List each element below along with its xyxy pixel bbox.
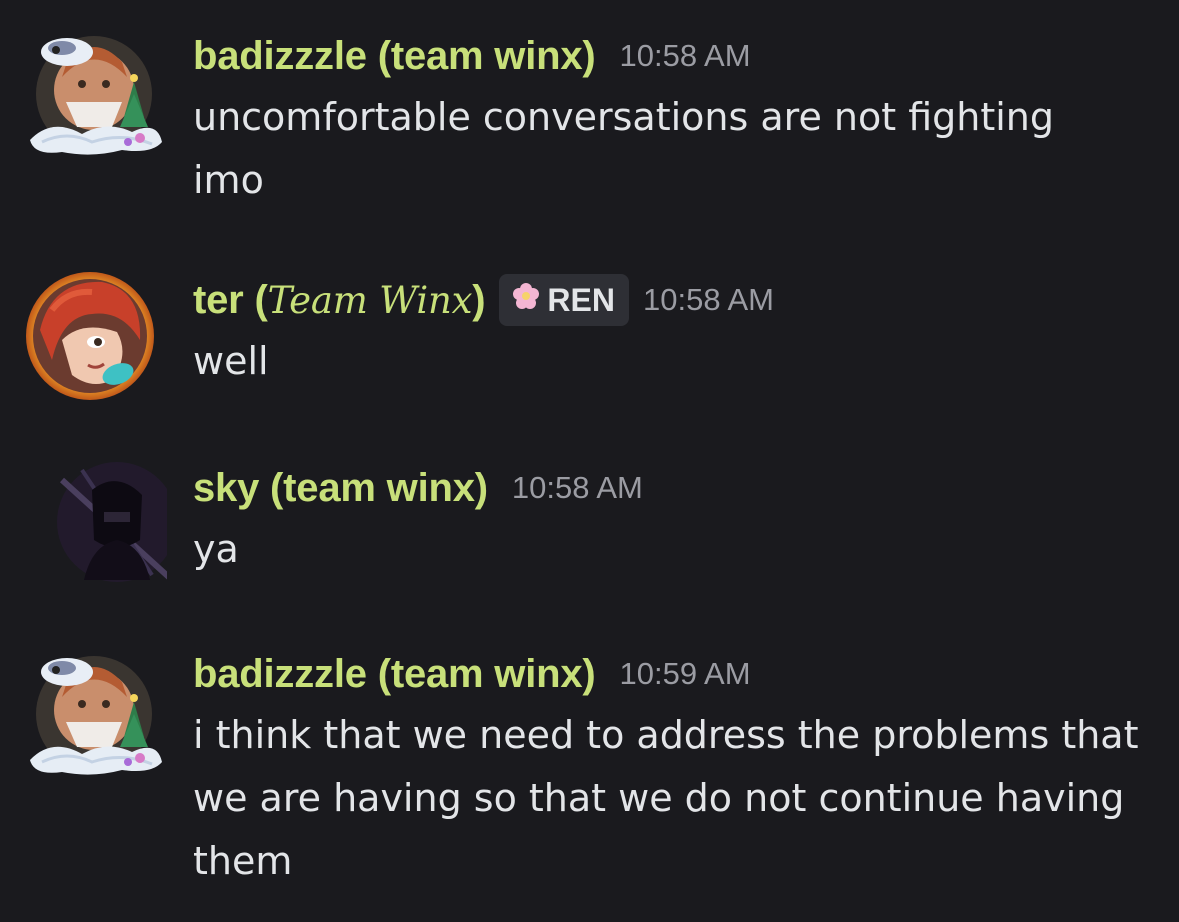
timestamp[interactable]: 10:58 AM [620, 38, 751, 74]
snow-globe-avatar-icon[interactable] [22, 22, 167, 162]
message-header: ter (Team Winx) REN 10:58 AM [193, 272, 1139, 328]
message-text: i think that we need to address the prob… [193, 713, 1139, 883]
timestamp[interactable]: 10:58 AM [643, 282, 774, 318]
message-text: uncomfortable conversations are not figh… [193, 95, 1055, 202]
username-fancy-text: Team Winx [267, 278, 473, 322]
snow-globe-avatar-icon[interactable] [22, 642, 167, 782]
pink-flower-icon [511, 281, 541, 319]
message-header: badizzzle (team winx) 10:59 AM [193, 646, 1139, 702]
red-hair-avatar-icon[interactable] [22, 270, 167, 410]
dark-figure-avatar-icon[interactable] [22, 460, 177, 600]
message-header: sky (team winx) 10:58 AM [193, 460, 1139, 516]
timestamp[interactable]: 10:59 AM [620, 656, 751, 692]
username[interactable]: badizzzle (team winx) [193, 652, 596, 697]
role-tag-label: REN [547, 281, 615, 318]
role-tag[interactable]: REN [499, 274, 629, 326]
message-header: badizzzle (team winx) 10:58 AM [193, 28, 1139, 84]
username[interactable]: ter (Team Winx) [193, 278, 486, 323]
message-text: well [193, 339, 269, 383]
username[interactable]: badizzzle (team winx) [193, 34, 596, 79]
message-text: ya [193, 527, 239, 571]
timestamp[interactable]: 10:58 AM [512, 470, 643, 506]
username[interactable]: sky (team winx) [193, 466, 488, 511]
